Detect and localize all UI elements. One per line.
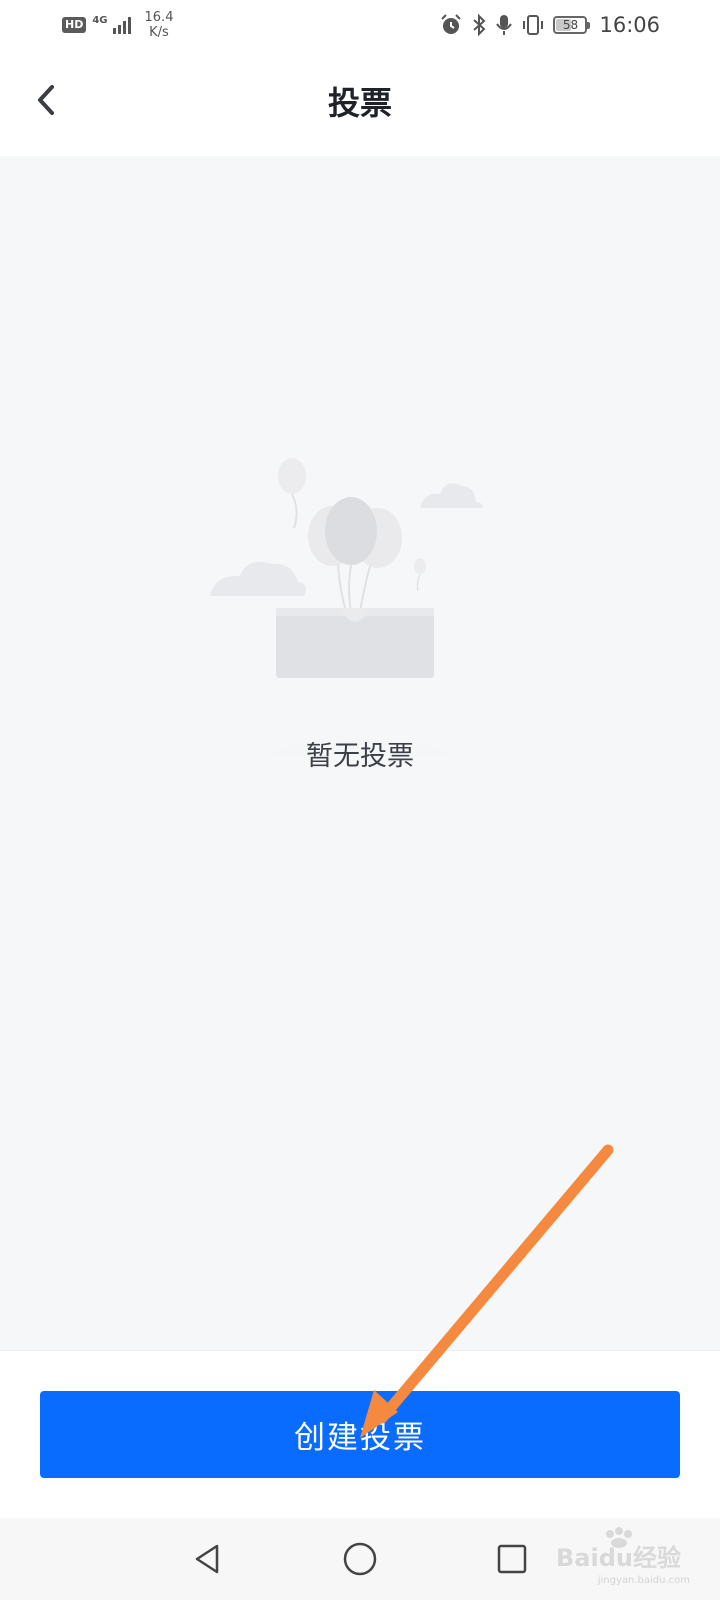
- watermark-url: jingyan.baidu.com: [597, 1575, 690, 1586]
- battery-icon: 58: [553, 16, 591, 34]
- speed-unit: K/s: [149, 25, 169, 40]
- system-home-button[interactable]: [337, 1536, 383, 1582]
- vibrate-icon: [523, 15, 544, 35]
- battery-level: 58: [562, 18, 579, 32]
- circle-home-icon: [343, 1542, 377, 1576]
- empty-message: 暂无投票: [306, 741, 414, 772]
- create-vote-button[interactable]: 创建投票: [40, 1391, 680, 1478]
- nav-bar: 投票: [0, 50, 720, 156]
- clock: 16:06: [599, 13, 660, 37]
- watermark-brand: Baidu经验: [556, 1544, 681, 1572]
- hd-badge: HD: [62, 17, 87, 33]
- network-speed: 16.4 K/s: [145, 10, 174, 40]
- bluetooth-icon: [473, 13, 486, 37]
- status-right: 58 16:06: [439, 8, 660, 42]
- footer: 创建投票: [0, 1350, 720, 1518]
- content-area: 暂无投票: [0, 156, 720, 1350]
- system-recents-button[interactable]: [489, 1536, 535, 1582]
- empty-state-illustration: [170, 458, 550, 756]
- speed-value: 16.4: [144, 10, 174, 25]
- square-recents-icon: [497, 1544, 527, 1574]
- system-back-button[interactable]: [185, 1536, 231, 1582]
- signal-icon: 4G: [92, 15, 132, 35]
- status-bar: HD 4G 16.4 K/s 58 16:06: [0, 0, 720, 50]
- status-left: HD 4G 16.4 K/s: [62, 8, 173, 42]
- network-type: 4G: [92, 15, 108, 26]
- mic-icon: [496, 15, 513, 35]
- system-nav-bar: Baidu经验 jingyan.baidu.com: [0, 1518, 720, 1600]
- alarm-icon: [441, 14, 462, 34]
- triangle-back-icon: [195, 1544, 219, 1574]
- page-title: 投票: [327, 84, 392, 122]
- watermark: Baidu经验 jingyan.baidu.com: [552, 1526, 702, 1592]
